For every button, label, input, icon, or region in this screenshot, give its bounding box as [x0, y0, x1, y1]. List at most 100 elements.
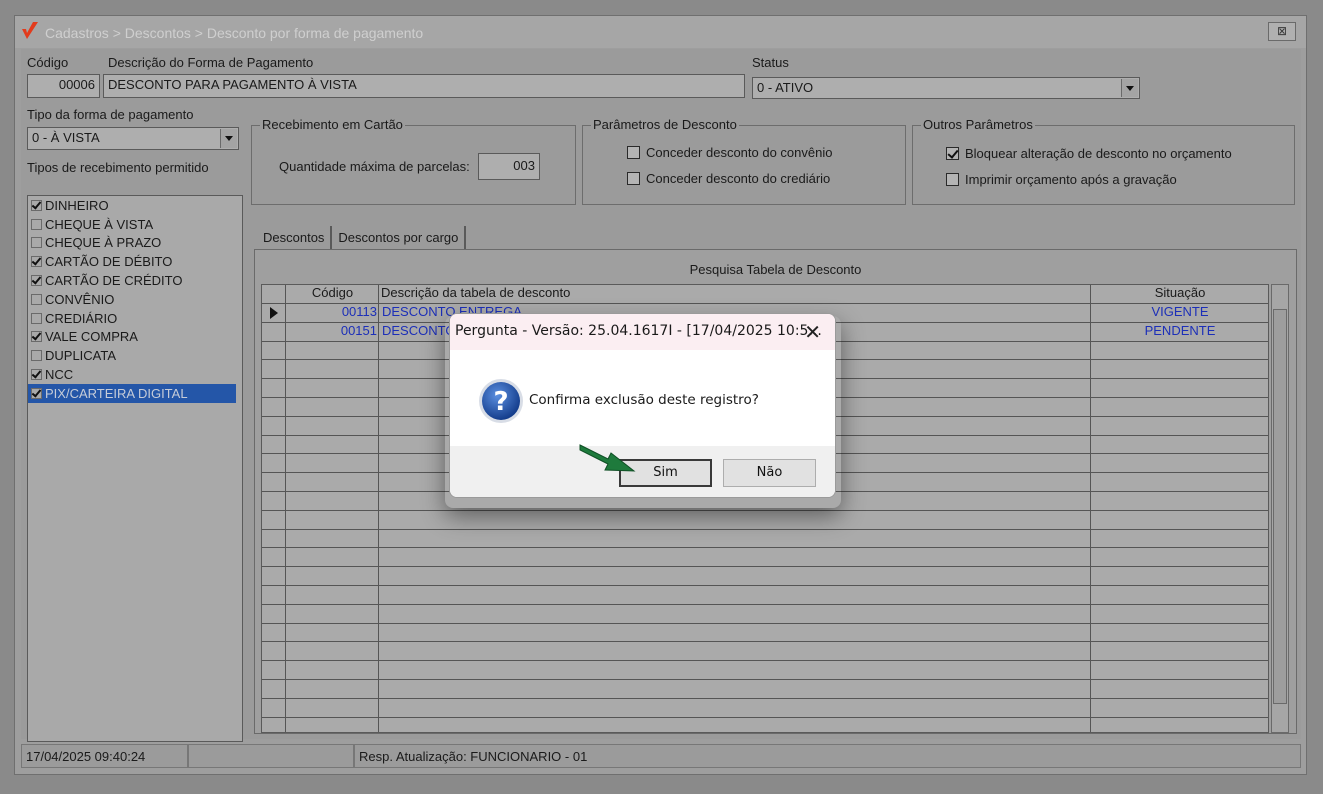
receb-list-item[interactable]: DINHEIRO [28, 196, 242, 215]
receb-list-item[interactable]: NCC [28, 365, 242, 384]
chevron-down-icon[interactable] [220, 129, 237, 148]
checkbox-box[interactable] [31, 218, 42, 230]
receb-list-item-label: CONVÊNIO [45, 291, 115, 307]
table-row-divider [262, 529, 1268, 530]
checkbox-box[interactable] [31, 293, 42, 305]
header-situacao[interactable]: Situação [1091, 285, 1268, 303]
tipo-select[interactable]: 0 - À VISTA [27, 127, 239, 150]
status-resp: Resp. Atualização: FUNCIONARIO - 01 [354, 744, 1301, 768]
dialog-title-bar: Pergunta - Versão: 25.04.1617I - [17/04/… [450, 314, 835, 350]
status-label: Status [752, 55, 789, 70]
table-row-divider [262, 623, 1268, 624]
status-value: 0 - ATIVO [757, 80, 814, 95]
row2-situacao[interactable]: PENDENTE [1091, 322, 1268, 340]
table-row-divider [262, 660, 1268, 661]
row2-codigo[interactable]: 00151 [286, 322, 377, 340]
header-descricao[interactable]: Descrição da tabela de desconto [379, 285, 570, 303]
dialog-body: ? Confirma exclusão deste registro? [450, 350, 835, 446]
receb-list-item-label: CARTÃO DE CRÉDITO [45, 273, 183, 289]
cartao-group-title: Recebimento em Cartão [260, 117, 405, 132]
codigo-column [286, 285, 379, 732]
table-row-divider [262, 547, 1268, 548]
conceder-convenio-label: Conceder desconto do convênio [646, 145, 833, 160]
breadcrumb: Cadastros > Descontos > Desconto por for… [45, 25, 424, 41]
table-row-divider [262, 585, 1268, 586]
checkbox-box[interactable] [31, 199, 42, 211]
confirm-dialog: Pergunta - Versão: 25.04.1617I - [17/04/… [449, 313, 836, 498]
codigo-field[interactable]: 00006 [27, 74, 100, 98]
dialog-close-button[interactable]: ✕ [804, 320, 821, 344]
parcelas-label: Quantidade máxima de parcelas: [279, 159, 470, 174]
checkbox-box[interactable] [31, 350, 42, 362]
scrollbar-thumb[interactable] [1273, 309, 1287, 704]
receb-list-item[interactable]: CHEQUE À PRAZO [28, 234, 242, 253]
tab-descontos-por-cargo[interactable]: Descontos por cargo [332, 226, 467, 250]
checkbox-box[interactable] [31, 387, 42, 399]
receb-list-item[interactable]: VALE COMPRA [28, 328, 242, 347]
conceder-convenio-checkbox[interactable]: Conceder desconto do convênio [627, 145, 832, 160]
tipo-label: Tipo da forma de pagamento [27, 107, 194, 122]
checkbox-box[interactable] [627, 172, 640, 185]
checkbox-box[interactable] [31, 237, 42, 249]
imprimir-orcamento-checkbox[interactable]: Imprimir orçamento após a gravação [946, 172, 1177, 187]
grid-scrollbar[interactable] [1271, 284, 1289, 733]
table-row-divider [262, 641, 1268, 642]
receb-listbox[interactable]: DINHEIRO CHEQUE À VISTA CHEQUE À PRAZO CART… [27, 195, 243, 742]
receb-list-item-label: DUPLICATA [45, 348, 117, 364]
checkbox-box[interactable] [627, 146, 640, 159]
bloquear-alteracao-checkbox[interactable]: Bloquear alteração de desconto no orçame… [946, 146, 1232, 161]
checkbox-box[interactable] [31, 256, 42, 268]
cartao-groupbox: Recebimento em Cartão Quantidade máxima … [251, 117, 576, 205]
receb-list-item-label: DINHEIRO [45, 197, 109, 213]
table-row-divider [262, 303, 1268, 304]
param-desconto-groupbox: Parâmetros de Desconto Conceder desconto… [582, 117, 906, 205]
checkbox-box[interactable] [31, 331, 42, 343]
checkbox-box[interactable] [946, 147, 959, 160]
table-row-divider [262, 604, 1268, 605]
receb-list-item-label: CREDIÁRIO [45, 310, 118, 326]
conceder-crediario-checkbox[interactable]: Conceder desconto do crediário [627, 171, 830, 186]
receb-list-item-label: CARTÃO DE DÉBITO [45, 254, 173, 270]
table-row-divider [262, 698, 1268, 699]
dialog-title: Pergunta - Versão: 25.04.1617I - [17/04/… [455, 323, 822, 339]
outros-param-groupbox: Outros Parâmetros Bloquear alteração de … [912, 117, 1295, 205]
window-close-button[interactable]: ⊠ [1268, 22, 1296, 41]
descricao-field[interactable]: DESCONTO PARA PAGAMENTO À VISTA [103, 74, 745, 98]
checkbox-box[interactable] [31, 369, 42, 381]
outros-param-title: Outros Parâmetros [921, 117, 1035, 132]
parcelas-field[interactable]: 003 [478, 153, 540, 180]
receb-list-item[interactable]: CONVÊNIO [28, 290, 242, 309]
table-row-divider [262, 566, 1268, 567]
checkbox-box[interactable] [31, 312, 42, 324]
title-bar: Cadastros > Descontos > Desconto por for… [15, 16, 1306, 48]
receb-list-item-label: CHEQUE À PRAZO [45, 235, 162, 251]
indicator-column [262, 285, 286, 732]
chevron-down-icon[interactable] [1121, 79, 1138, 97]
receb-list-item[interactable]: CARTÃO DE CRÉDITO [28, 271, 242, 290]
status-bar: 17/04/2025 09:40:24 Resp. Atualização: F… [21, 744, 1301, 768]
receb-list-item[interactable]: CHEQUE À VISTA [28, 215, 242, 234]
tab-descontos[interactable]: Descontos [257, 226, 333, 250]
descricao-label: Descrição do Forma de Pagamento [108, 55, 314, 70]
receb-list-item[interactable]: CARTÃO DE DÉBITO [28, 252, 242, 271]
checkbox-box[interactable] [31, 275, 42, 287]
receb-list-item[interactable]: CREDIÁRIO [28, 309, 242, 328]
tipos-receb-label: Tipos de recebimento permitido [27, 160, 209, 175]
no-button[interactable]: Não [723, 459, 816, 487]
checkbox-box[interactable] [946, 173, 959, 186]
receb-list-item[interactable]: DUPLICATA [28, 346, 242, 365]
header-codigo[interactable]: Código [286, 285, 379, 303]
param-desconto-title: Parâmetros de Desconto [591, 117, 739, 132]
imprimir-orcamento-label: Imprimir orçamento após a gravação [965, 172, 1177, 187]
status-select[interactable]: 0 - ATIVO [752, 77, 1140, 99]
bloquear-alteracao-label: Bloquear alteração de desconto no orçame… [965, 146, 1232, 161]
row1-situacao[interactable]: VIGENTE [1091, 303, 1268, 321]
dialog-footer: Sim Não [450, 446, 835, 497]
receb-list-item[interactable]: PIX/CARTEIRA DIGITAL [28, 383, 236, 403]
current-row-icon [270, 307, 278, 319]
pointer-arrow-icon [579, 444, 636, 472]
dialog-message: Confirma exclusão deste registro? [529, 392, 759, 408]
status-middle [188, 744, 354, 768]
tab-bar: Descontos Descontos por cargo [257, 226, 467, 250]
row1-codigo[interactable]: 00113 [286, 303, 377, 321]
